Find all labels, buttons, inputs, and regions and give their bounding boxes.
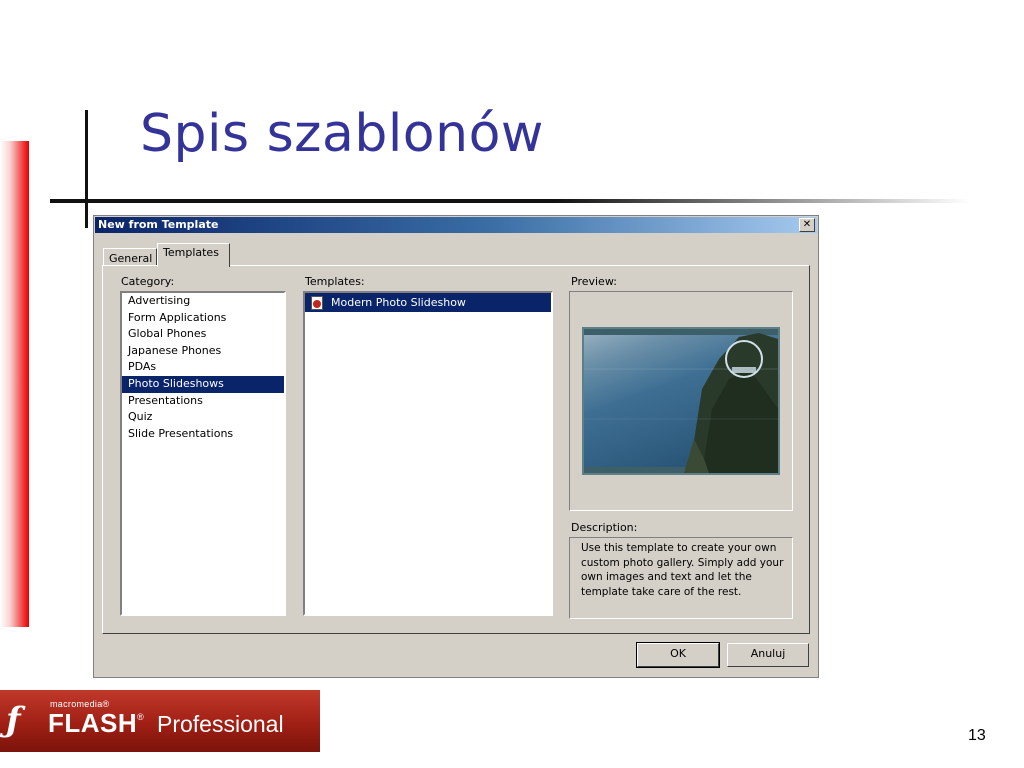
preview-area xyxy=(569,291,793,511)
category-list[interactable]: Advertising Form Applications Global Phone… xyxy=(120,291,286,616)
description-text: Use this template to create your own cus… xyxy=(581,542,784,598)
slide-title: Spis szablonów xyxy=(140,104,544,164)
tab-templates-label: Templates xyxy=(163,246,219,259)
logo-flash-word: FLASH xyxy=(48,708,138,738)
description-box: Use this template to create your own cus… xyxy=(569,537,793,619)
title-vertical-rule xyxy=(85,110,88,228)
templates-label: Templates: xyxy=(305,275,365,288)
template-item-label: Modern Photo Slideshow xyxy=(331,296,466,309)
templates-tab-panel: Category: Advertising Form Applications Gl… xyxy=(102,265,810,634)
preview-thumbnail xyxy=(582,327,780,475)
category-item[interactable]: Global Phones xyxy=(122,326,284,343)
category-item[interactable]: Form Applications xyxy=(122,310,284,327)
tab-general[interactable]: General xyxy=(103,248,157,266)
macromedia-flash-professional-logo: ƒ macromedia® FLASH® Professional xyxy=(0,690,320,752)
new-from-template-dialog: New from Template ✕ General Templates Ca… xyxy=(93,215,819,678)
tab-general-label: General xyxy=(109,252,153,265)
ok-button[interactable]: OK xyxy=(636,642,720,668)
red-side-bar xyxy=(0,141,29,627)
category-item[interactable]: PDAs xyxy=(122,359,284,376)
cancel-button[interactable]: Anuluj xyxy=(727,643,809,667)
description-label: Description: xyxy=(571,521,638,534)
category-item[interactable]: Advertising xyxy=(122,293,284,310)
dialog-titlebar[interactable]: New from Template ✕ xyxy=(95,217,817,233)
title-horizontal-rule xyxy=(50,199,970,203)
close-button[interactable]: ✕ xyxy=(799,218,815,232)
logo-flash-text: FLASH® xyxy=(48,708,144,739)
logo-registered-mark: ® xyxy=(137,712,145,722)
category-item[interactable]: Presentations xyxy=(122,393,284,410)
templates-list[interactable]: Modern Photo Slideshow xyxy=(303,291,553,616)
dialog-title: New from Template xyxy=(98,218,219,231)
flash-f-icon: ƒ xyxy=(6,700,21,740)
category-item[interactable]: Photo Slideshows xyxy=(122,375,284,393)
coastal-cliff-image xyxy=(584,329,778,473)
tab-templates[interactable]: Templates xyxy=(157,243,230,267)
category-label: Category: xyxy=(121,275,175,288)
logo-professional-text: Professional xyxy=(157,711,284,737)
category-item[interactable]: Slide Presentations xyxy=(122,426,284,443)
page-number: 13 xyxy=(968,727,986,744)
flash-document-icon xyxy=(311,295,323,310)
preview-label: Preview: xyxy=(571,275,617,288)
category-item[interactable]: Japanese Phones xyxy=(122,343,284,360)
category-item[interactable]: Quiz xyxy=(122,409,284,426)
template-item-modern-photo-slideshow[interactable]: Modern Photo Slideshow xyxy=(305,293,551,312)
close-icon: ✕ xyxy=(802,219,812,230)
